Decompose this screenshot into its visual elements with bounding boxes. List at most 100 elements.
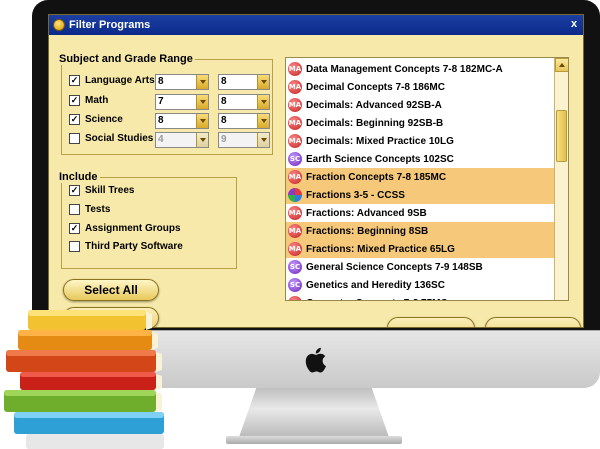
program-label: Geometry Concepts 7-8 75MC	[306, 298, 448, 301]
language-arts-checkbox[interactable]: ✓	[69, 75, 80, 86]
skill-trees-checkbox[interactable]: ✓	[69, 185, 80, 196]
subject-badge-icon: MA	[288, 242, 302, 256]
program-list-item[interactable]: MA Decimals: Advanced 92SB-A	[286, 96, 554, 114]
skill-trees-label: Skill Trees	[85, 185, 135, 196]
social-studies-label: Social Studies	[85, 133, 154, 144]
science-to-select[interactable]: 8	[218, 113, 270, 129]
chevron-down-icon	[257, 75, 269, 89]
social-studies-to-select: 9	[218, 132, 270, 148]
filter-programs-window: Filter Programs x Subject and Grade Rang…	[48, 14, 584, 328]
program-list-item[interactable]: SC General Science Concepts 7-9 148SB	[286, 258, 554, 276]
monitor-stand-foot	[226, 436, 402, 444]
program-label: Fractions: Mixed Practice 65LG	[306, 243, 455, 255]
program-list-item[interactable]: MA Fractions: Mixed Practice 65LG	[286, 240, 554, 258]
include-tests[interactable]: Tests	[69, 204, 110, 215]
tests-checkbox[interactable]	[69, 204, 80, 215]
subject-badge-icon: MA	[288, 62, 302, 76]
math-from-select[interactable]: 7	[155, 94, 209, 110]
include-assignment-groups[interactable]: ✓ Assignment Groups	[69, 223, 181, 234]
subject-row-math[interactable]: ✓ Math	[69, 95, 108, 106]
program-label: Decimals: Beginning 92SB-B	[306, 117, 444, 129]
tests-label: Tests	[85, 204, 111, 215]
program-label: Fraction Concepts 7-8 185MC	[306, 171, 447, 183]
program-list-item[interactable]: SC Genetics and Heredity 136SC	[286, 276, 554, 294]
language-arts-label: Language Arts	[85, 75, 155, 86]
chevron-down-icon	[257, 114, 269, 128]
program-list-item[interactable]: MA Geometry Concepts 7-8 75MC	[286, 294, 554, 301]
subject-grade-legend: Subject and Grade Range	[57, 53, 195, 65]
subject-badge-icon: MA	[288, 206, 302, 220]
subject-badge-icon: MA	[288, 296, 302, 300]
app-icon	[53, 19, 65, 31]
program-label: Decimals: Mixed Practice 10LG	[306, 135, 454, 147]
program-label: Earth Science Concepts 102SC	[306, 153, 454, 165]
subject-row-social-studies[interactable]: Social Studies	[69, 133, 153, 144]
chevron-down-icon	[257, 133, 269, 147]
program-list-item[interactable]: MA Fractions: Advanced 9SB	[286, 204, 554, 222]
program-label: General Science Concepts 7-9 148SB	[306, 261, 483, 273]
subject-badge-icon: MA	[288, 170, 302, 184]
social-studies-to-value: 9	[221, 134, 227, 145]
program-label: Fractions: Advanced 9SB	[306, 207, 427, 219]
subject-badge-icon: MA	[288, 116, 302, 130]
subject-row-science[interactable]: ✓ Science	[69, 114, 123, 125]
science-label: Science	[85, 114, 123, 125]
language-arts-to-select[interactable]: 8	[218, 74, 270, 90]
program-label: Genetics and Heredity 136SC	[306, 279, 445, 291]
program-list-item[interactable]: MA Decimals: Beginning 92SB-B	[286, 114, 554, 132]
dialog-button-left[interactable]	[387, 317, 475, 327]
chevron-down-icon	[196, 133, 208, 147]
assignment-groups-checkbox[interactable]: ✓	[69, 223, 80, 234]
scroll-thumb[interactable]	[556, 110, 567, 162]
list-scrollbar[interactable]	[554, 58, 568, 300]
subject-badge-icon: MA	[288, 98, 302, 112]
third-party-label: Third Party Software	[85, 241, 183, 252]
science-to-value: 8	[221, 115, 227, 126]
multi-subject-icon	[288, 188, 302, 202]
math-label: Math	[85, 95, 109, 106]
math-from-value: 7	[158, 96, 164, 107]
program-label: Fractions 3-5 - CCSS	[306, 189, 405, 201]
program-list-item[interactable]: MA Fraction Concepts 7-8 185MC	[286, 168, 554, 186]
window-title: Filter Programs	[69, 19, 151, 31]
subject-badge-icon: MA	[288, 80, 302, 94]
science-from-select[interactable]: 8	[155, 113, 209, 129]
program-list-item[interactable]: MA Decimals: Mixed Practice 10LG	[286, 132, 554, 150]
science-checkbox[interactable]: ✓	[69, 114, 80, 125]
math-checkbox[interactable]: ✓	[69, 95, 80, 106]
program-list-item[interactable]: SC Earth Science Concepts 102SC	[286, 150, 554, 168]
subject-badge-icon: MA	[288, 134, 302, 148]
program-list-item[interactable]: MA Fractions: Beginning 8SB	[286, 222, 554, 240]
subject-badge-icon: SC	[288, 260, 302, 274]
include-third-party[interactable]: Third Party Software	[69, 241, 183, 252]
social-studies-from-select: 4	[155, 132, 209, 148]
program-list[interactable]: MA Data Management Concepts 7-8 182MC-A MA…	[285, 57, 569, 301]
language-arts-from-value: 8	[158, 76, 164, 87]
books-stack-image	[4, 310, 164, 449]
science-from-value: 8	[158, 115, 164, 126]
chevron-down-icon	[257, 95, 269, 109]
language-arts-to-value: 8	[221, 76, 227, 87]
math-to-value: 8	[221, 96, 227, 107]
include-skill-trees[interactable]: ✓ Skill Trees	[69, 185, 134, 196]
third-party-checkbox[interactable]	[69, 241, 80, 252]
social-studies-checkbox[interactable]	[69, 133, 80, 144]
scroll-up-icon[interactable]	[555, 58, 568, 72]
program-list-item[interactable]: MA Data Management Concepts 7-8 182MC-A	[286, 60, 554, 78]
include-legend: Include	[57, 171, 100, 183]
chevron-down-icon	[196, 114, 208, 128]
subject-badge-icon: MA	[288, 224, 302, 238]
math-to-select[interactable]: 8	[218, 94, 270, 110]
language-arts-from-select[interactable]: 8	[155, 74, 209, 90]
program-list-item[interactable]: MA Decimal Concepts 7-8 186MC	[286, 78, 554, 96]
dialog-button-right[interactable]	[485, 317, 581, 327]
select-all-button[interactable]: Select All	[63, 279, 159, 301]
assignment-groups-label: Assignment Groups	[85, 223, 181, 234]
chevron-down-icon	[196, 75, 208, 89]
program-label: Fractions: Beginning 8SB	[306, 225, 429, 237]
subject-row-language-arts[interactable]: ✓ Language Arts	[69, 75, 155, 86]
chevron-down-icon	[196, 95, 208, 109]
monitor-stand	[238, 388, 390, 440]
program-list-item[interactable]: Fractions 3-5 - CCSS	[286, 186, 554, 204]
close-icon[interactable]: x	[567, 17, 581, 31]
